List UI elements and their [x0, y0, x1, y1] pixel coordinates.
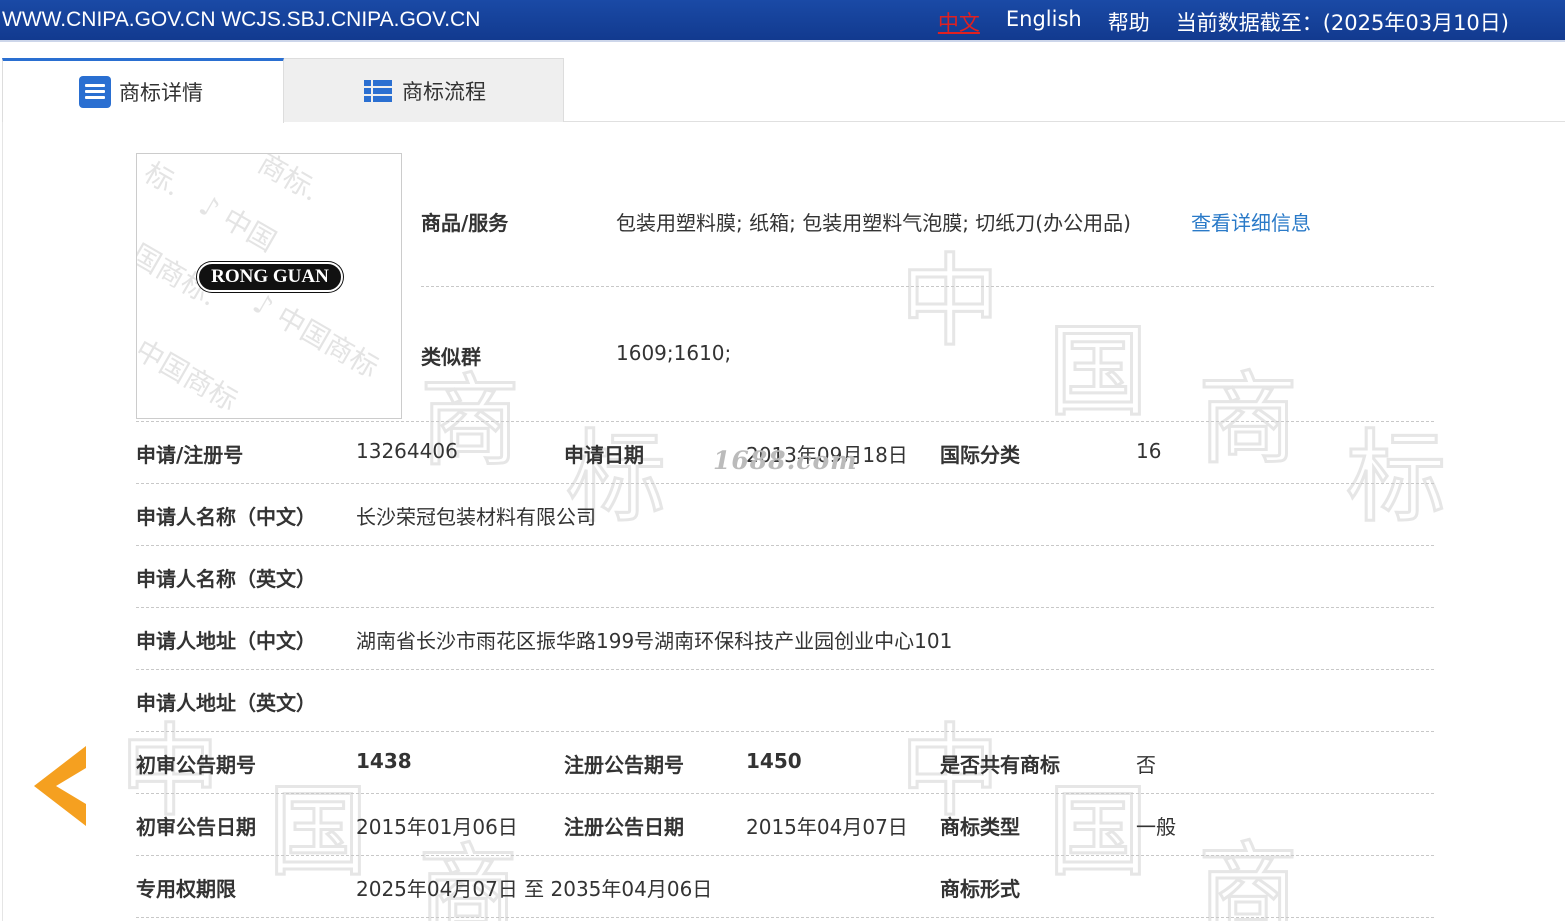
- similar-group-value: 1609;1610;: [616, 341, 732, 365]
- trademark-image: 标. 商标. ♪ 中国 国商标. ♪ 中国商标 中国商标 RONG GUAN: [136, 153, 402, 419]
- prelim-date-value: 2015年01月06日: [356, 815, 518, 839]
- applicant-cn-label: 申请人名称（中文）: [136, 505, 316, 529]
- lang-english-link[interactable]: English: [1006, 7, 1082, 37]
- tm-form-label: 商标形式: [940, 877, 1020, 901]
- row-divider: [136, 483, 1434, 484]
- reg-no-value: 13264406: [356, 439, 458, 463]
- goods-label: 商品/服务: [421, 211, 509, 235]
- list-icon: [362, 75, 394, 107]
- reg-pub-date-value: 2015年04月07日: [746, 815, 908, 839]
- address-cn-value: 湖南省长沙市雨花区振华路199号湖南环保科技产业园创业中心101: [356, 629, 953, 653]
- prelim-no-value: 1438: [356, 749, 412, 773]
- tab-bar: 商标详情 商标流程: [2, 58, 1565, 123]
- top-bar: WWW.CNIPA.GOV.CN WCJS.SBJ.CNIPA.GOV.CN 中…: [0, 0, 1565, 40]
- row-divider: [136, 545, 1434, 546]
- tab-trademark-process[interactable]: 商标流程: [284, 58, 564, 122]
- prelim-no-label: 初审公告期号: [136, 753, 256, 777]
- shared-label: 是否共有商标: [940, 753, 1060, 777]
- site-url: WWW.CNIPA.GOV.CN WCJS.SBJ.CNIPA.GOV.CN: [2, 8, 481, 31]
- tab-label: 商标流程: [402, 79, 486, 104]
- row-divider: [136, 731, 1434, 732]
- address-en-label: 申请人地址（英文）: [136, 691, 316, 715]
- row-divider: [421, 286, 1434, 287]
- tab-trademark-details[interactable]: 商标详情: [2, 58, 284, 123]
- validity-label: 专用权期限: [136, 877, 236, 901]
- document-icon: [79, 76, 111, 108]
- prelim-date-label: 初审公告日期: [136, 815, 256, 839]
- tm-type-value: 一般: [1136, 815, 1176, 839]
- lang-chinese-link[interactable]: 中文: [938, 7, 980, 37]
- goods-value: 包装用塑料膜; 纸箱; 包装用塑料气泡膜; 切纸刀(办公用品): [616, 211, 1131, 235]
- reg-pub-no-value: 1450: [746, 749, 802, 773]
- row-divider: [136, 793, 1434, 794]
- data-date: 当前数据截至：(2025年03月10日): [1175, 11, 1509, 35]
- overlay-watermark: 1688.com: [713, 446, 858, 475]
- reg-no-label: 申请/注册号: [136, 443, 244, 467]
- intl-class-label: 国际分类: [940, 443, 1020, 467]
- view-details-link[interactable]: 查看详细信息: [1191, 207, 1311, 236]
- top-nav: 中文 English 帮助 当前数据截至：(2025年03月10日): [938, 7, 1509, 37]
- row-divider: [136, 421, 1434, 422]
- row-divider: [136, 607, 1434, 608]
- tab-label: 商标详情: [119, 81, 203, 105]
- reg-pub-no-label: 注册公告期号: [564, 753, 684, 777]
- applicant-en-label: 申请人名称（英文）: [136, 567, 316, 591]
- intl-class-value: 16: [1136, 439, 1162, 463]
- row-divider: [136, 855, 1434, 856]
- back-arrow-icon[interactable]: [34, 746, 86, 826]
- row-divider: [136, 669, 1434, 670]
- top-divider: [0, 40, 1565, 42]
- row-divider: [136, 917, 1434, 918]
- applicant-cn-value: 长沙荣冠包装材料有限公司: [356, 505, 596, 529]
- shared-value: 否: [1136, 753, 1156, 777]
- trademark-logo: RONG GUAN: [197, 262, 343, 292]
- help-link[interactable]: 帮助: [1108, 7, 1150, 37]
- app-date-label: 申请日期: [564, 443, 644, 467]
- tm-type-label: 商标类型: [940, 815, 1020, 839]
- reg-pub-date-label: 注册公告日期: [564, 815, 684, 839]
- validity-value: 2025年04月07日 至 2035年04月06日: [356, 877, 713, 901]
- address-cn-label: 申请人地址（中文）: [136, 629, 316, 653]
- similar-group-label: 类似群: [421, 345, 481, 369]
